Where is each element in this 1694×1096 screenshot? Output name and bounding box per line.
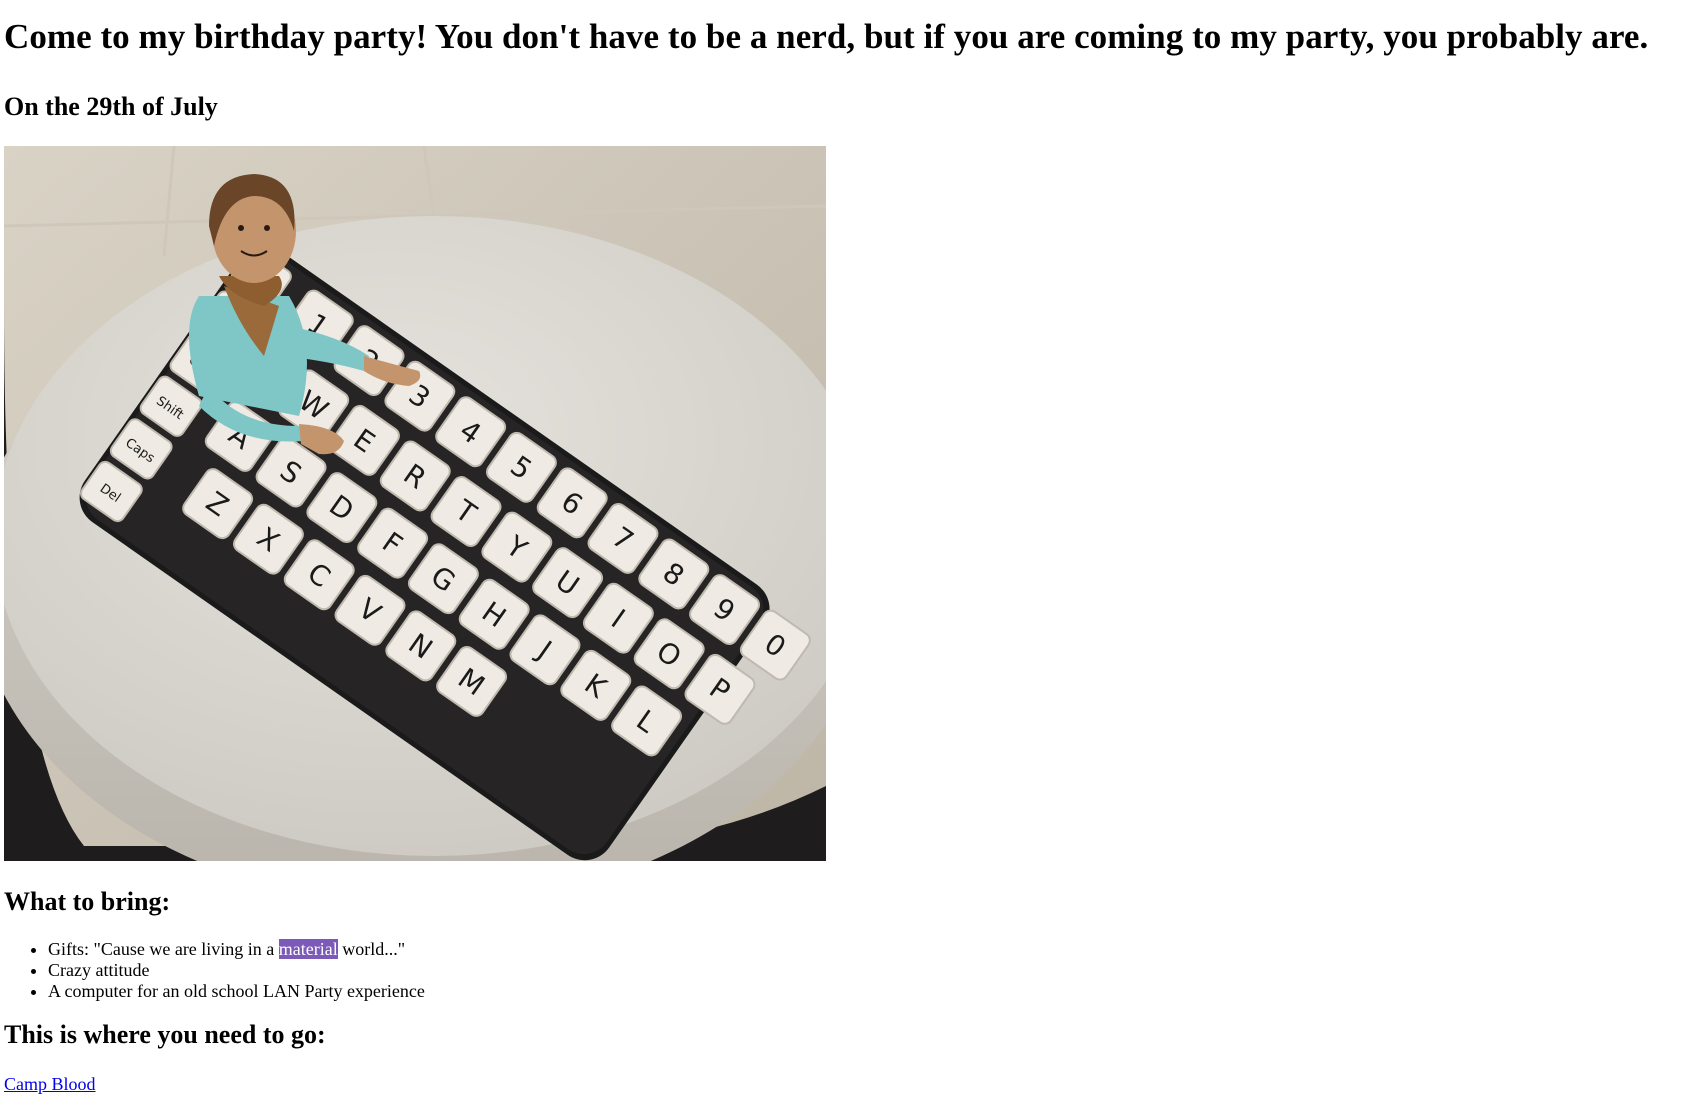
list-item: Gifts: "Cause we are living in a materia… (48, 939, 1694, 960)
page-title: Come to my birthday party! You don't hav… (4, 17, 1649, 56)
list-item-text-before: Gifts: "Cause we are living in a (48, 939, 279, 959)
party-date: On the 29th of July (4, 92, 218, 121)
page: Come to my birthday party! You don't hav… (0, 0, 1694, 1095)
location-link[interactable]: Camp Blood (4, 1074, 96, 1095)
selected-text[interactable]: material (278, 939, 338, 959)
location-heading: This is where you need to go: (4, 1020, 326, 1049)
list-item: Crazy attitude (48, 960, 1694, 981)
bring-heading: What to bring: (4, 887, 171, 916)
keyboard-cake-photo: 1234567890QWERTYUIOPASDFGHJKLZXCVNMFnAlt… (4, 146, 826, 861)
list-item-text-after: world..." (337, 939, 406, 959)
list-item: A computer for an old school LAN Party e… (48, 981, 1694, 1002)
bring-list: Gifts: "Cause we are living in a materia… (4, 939, 1694, 1002)
